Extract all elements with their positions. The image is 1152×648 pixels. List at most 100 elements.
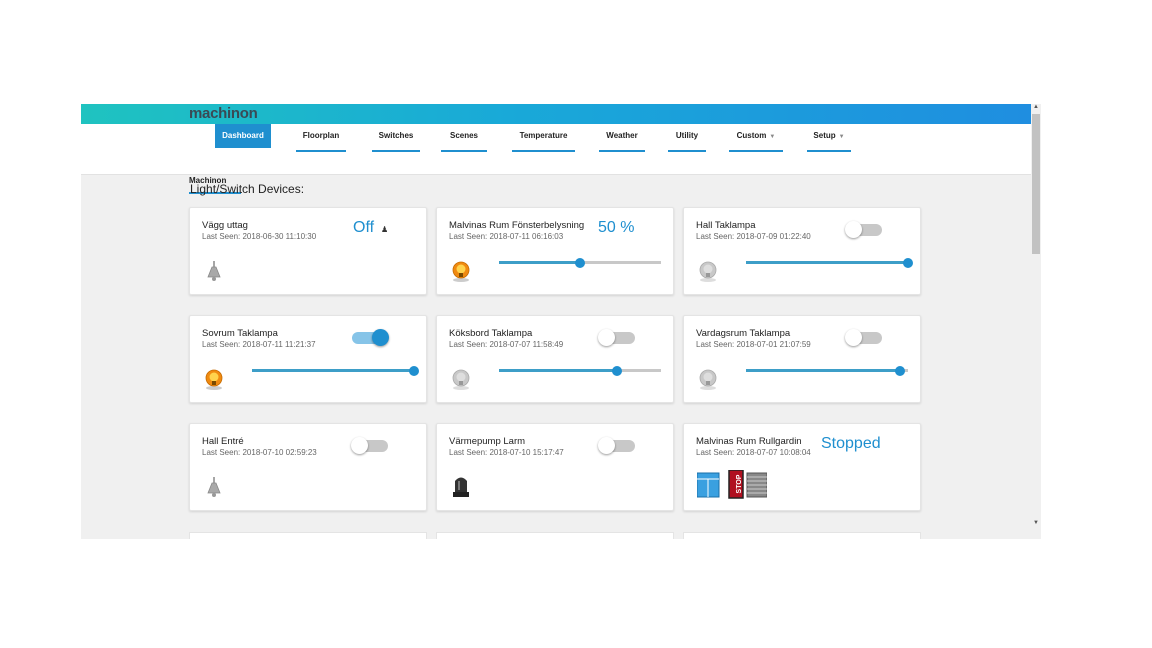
device-last-seen: Last Seen: 2018-06-30 11:10:30 [202, 232, 317, 241]
device-card: Malvinas Rum Rullgardin Last Seen: 2018-0… [683, 423, 921, 511]
device-last-seen: Last Seen: 2018-07-01 21:07:59 [696, 340, 811, 349]
app-window: machinon Dashboard Floorplan Switches Scene… [81, 104, 1041, 539]
main-navigation: Dashboard Floorplan Switches Scenes Temperat… [81, 124, 1031, 194]
svg-text:STOP: STOP [736, 474, 743, 493]
device-card-partial [683, 532, 921, 539]
device-last-seen: Last Seen: 2018-07-09 01:22:40 [696, 232, 811, 241]
device-card: Vägg uttag Last Seen: 2018-06-30 11:10:30… [189, 207, 427, 295]
nav-underline [512, 150, 575, 152]
device-card-partial [189, 532, 427, 539]
nav-label: Utility [675, 131, 699, 140]
slider-thumb[interactable] [903, 257, 913, 268]
power-toggle[interactable] [598, 329, 635, 346]
device-card: Malvinas Rum Fönsterbelysning Last Seen: … [436, 207, 674, 295]
nav-utility[interactable]: Utility [668, 124, 706, 152]
scroll-up-icon[interactable]: ▲ [1031, 104, 1041, 110]
lamp-icon[interactable] [203, 476, 225, 498]
device-card-partial [436, 532, 674, 539]
nav-underline [599, 150, 645, 152]
toggle-knob [351, 437, 368, 454]
power-toggle[interactable] [845, 221, 882, 238]
nav-underline [668, 150, 706, 152]
siren-icon[interactable] [450, 472, 472, 497]
device-last-seen: Last Seen: 2018-07-11 11:21:37 [202, 340, 316, 349]
scroll-down-icon[interactable]: ▼ [1031, 520, 1041, 526]
device-last-seen: Last Seen: 2018-07-07 11:58:49 [449, 340, 564, 349]
device-status[interactable]: Off [353, 219, 374, 237]
nav-label: Switches [378, 131, 414, 140]
bulb-off-icon[interactable] [697, 260, 719, 282]
device-status[interactable]: 50 % [598, 219, 634, 237]
dimmer-slider[interactable] [252, 365, 419, 376]
toggle-knob [845, 221, 862, 238]
device-name: Hall Taklampa [696, 220, 756, 231]
power-toggle[interactable] [598, 437, 635, 454]
device-card: Sovrum Taklampa Last Seen: 2018-07-11 11:… [189, 315, 427, 403]
nav-label: Custom [736, 131, 767, 140]
device-last-seen: Last Seen: 2018-07-10 02:59:23 [202, 448, 317, 457]
slider-thumb[interactable] [612, 365, 623, 376]
person-icon: ♟ [381, 225, 389, 234]
nav-weather[interactable]: Weather [599, 124, 645, 152]
nav-underline [296, 150, 346, 152]
bulb-on-icon[interactable] [450, 260, 472, 282]
section-title: Light/Switch Devices: [190, 182, 305, 196]
nav-switches[interactable]: Switches [372, 124, 420, 152]
nav-underline [807, 150, 851, 152]
power-toggle[interactable] [352, 329, 389, 346]
device-last-seen: Last Seen: 2018-07-10 15:17:47 [449, 448, 564, 457]
slider-thumb[interactable] [409, 365, 419, 376]
dimmer-slider[interactable] [499, 257, 661, 268]
device-last-seen: Last Seen: 2018-07-11 06:16:03 [449, 232, 564, 241]
bulb-off-icon[interactable] [697, 368, 719, 390]
bulb-off-icon[interactable] [450, 368, 472, 390]
dimmer-slider[interactable] [499, 365, 661, 376]
nav-underline [372, 150, 420, 152]
lamp-icon[interactable] [203, 260, 225, 282]
toggle-knob [372, 329, 389, 346]
slider-fill [499, 369, 618, 372]
dimmer-slider[interactable] [746, 257, 913, 268]
nav-label: Dashboard [222, 131, 264, 140]
device-name: Malvinas Rum Fönsterbelysning [449, 220, 585, 231]
slider-fill [499, 261, 580, 264]
device-name: Köksbord Taklampa [449, 328, 533, 339]
nav-dashboard[interactable]: Dashboard [215, 124, 271, 148]
nav-setup[interactable]: Setup ▼ [807, 124, 851, 152]
toggle-knob [598, 437, 615, 454]
device-last-seen: Last Seen: 2018-07-07 10:08:04 [696, 448, 811, 457]
slider-fill [252, 369, 414, 372]
toggle-knob [845, 329, 862, 346]
nav-label: Weather [606, 131, 638, 140]
device-name: Malvinas Rum Rullgardin [696, 436, 802, 447]
top-bar: machinon [81, 104, 1031, 124]
nav-floorplan[interactable]: Floorplan [296, 124, 346, 152]
slider-thumb[interactable] [575, 257, 585, 268]
device-card: Vardagsrum Taklampa Last Seen: 2018-07-01… [683, 315, 921, 403]
device-name: Hall Entré [202, 436, 244, 447]
nav-custom[interactable]: Custom ▼ [729, 124, 783, 152]
nav-label: Scenes [449, 131, 479, 140]
bulb-on-icon[interactable] [203, 368, 225, 390]
slider-fill [746, 369, 900, 372]
blinds-icon[interactable]: STOP [696, 469, 768, 500]
caret-down-icon: ▼ [838, 134, 845, 140]
device-card: Värmepump Larm Last Seen: 2018-07-10 15:1… [436, 423, 674, 511]
nav-scenes[interactable]: Scenes [441, 124, 487, 152]
scroll-thumb[interactable] [1032, 114, 1040, 254]
device-card: Köksbord Taklampa Last Seen: 2018-07-07 1… [436, 315, 674, 403]
power-toggle[interactable] [351, 437, 388, 454]
scrollbar[interactable]: ▲ ▼ [1031, 104, 1041, 539]
power-toggle[interactable] [845, 329, 882, 346]
toggle-knob [598, 329, 615, 346]
device-card: Hall Taklampa Last Seen: 2018-07-09 01:22… [683, 207, 921, 295]
slider-thumb[interactable] [894, 365, 905, 376]
nav-underline [729, 150, 783, 152]
machinon-logo[interactable]: machinon [189, 105, 258, 122]
nav-underline [441, 150, 487, 152]
device-status[interactable]: Stopped [821, 435, 881, 453]
dimmer-slider[interactable] [746, 365, 908, 376]
slider-fill [746, 261, 908, 264]
nav-temperature[interactable]: Temperature [512, 124, 575, 152]
nav-label: Setup [813, 131, 836, 140]
